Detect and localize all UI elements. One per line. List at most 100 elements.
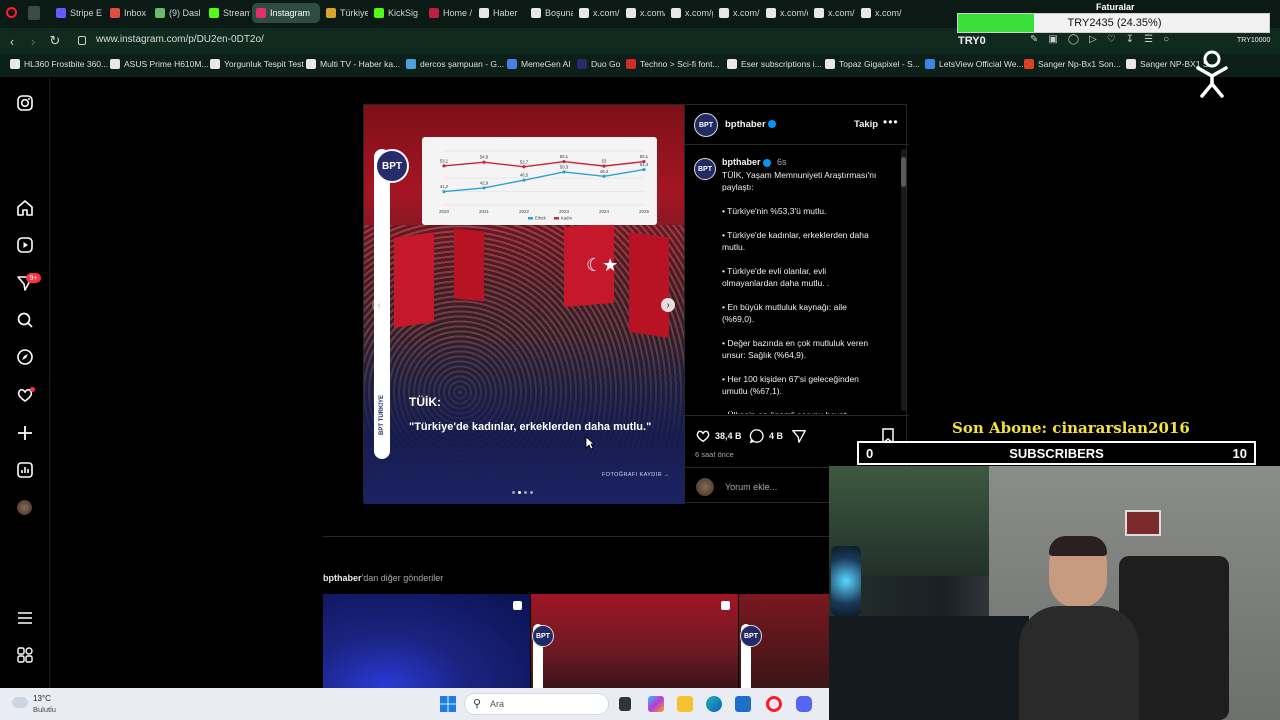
- carousel-next-icon[interactable]: ›: [661, 298, 675, 312]
- explore-icon[interactable]: [16, 348, 34, 366]
- bookmark-item[interactable]: dercos şampuan - G...: [406, 59, 504, 69]
- more-post-thumbnail[interactable]: BPT: [531, 594, 738, 688]
- camera-icon[interactable]: ▣: [1048, 34, 1057, 45]
- like-heart-icon[interactable]: [695, 428, 711, 444]
- caption-username[interactable]: bpthaber: [722, 157, 761, 167]
- carousel-prev-icon[interactable]: ‹: [372, 298, 386, 312]
- weather-temp[interactable]: 13°C: [33, 694, 51, 703]
- bookmark-item[interactable]: Eser subscriptions i...: [727, 59, 822, 69]
- search-icon[interactable]: [16, 311, 34, 329]
- back-icon[interactable]: ‹: [4, 33, 20, 49]
- post-media[interactable]: ☾★ BPT BPT TÜRKİYE 41,2 42,9 46,5 50,3 48,3 5…: [364, 105, 684, 504]
- tab-favicon-icon: [719, 8, 729, 18]
- bookmark-item[interactable]: Techno > Sci-fi font...: [626, 59, 720, 69]
- browser-tab[interactable]: Boşuna: [527, 3, 573, 23]
- browser-tab[interactable]: x.com/: [810, 3, 855, 23]
- home-icon[interactable]: [16, 199, 34, 217]
- search-icon: ⚲: [473, 698, 482, 710]
- bookmark-label: Topaz Gigapixel - S...: [839, 59, 920, 69]
- follow-button[interactable]: Takip: [854, 119, 878, 130]
- caption-line: • Değer bazında en çok mutluluk veren: [722, 338, 869, 348]
- play-icon[interactable]: ▷: [1089, 34, 1097, 45]
- browser-tab[interactable]: Inbox (: [106, 3, 148, 23]
- file-explorer-icon[interactable]: [677, 696, 693, 712]
- store-icon[interactable]: [735, 696, 751, 712]
- bookmark-label: HL360 Frostbite 360...: [24, 59, 109, 69]
- taskbar-search[interactable]: ⚲ Ara: [464, 693, 609, 715]
- account-icon[interactable]: ○: [1163, 34, 1169, 45]
- weather-desc[interactable]: Bulutlu: [33, 705, 56, 714]
- more-post-thumbnail[interactable]: [323, 594, 530, 688]
- sidebar-toggle-icon[interactable]: [28, 6, 40, 20]
- bookmark-item[interactable]: ASUS Prime H610M...: [110, 59, 209, 69]
- share-icon[interactable]: [791, 428, 807, 444]
- author-avatar[interactable]: BPT: [694, 113, 718, 137]
- shield-icon[interactable]: ◯: [1068, 34, 1079, 45]
- comments-count[interactable]: 4 B: [769, 431, 783, 441]
- more-posts-username[interactable]: bpthaber: [323, 573, 362, 583]
- dashboard-icon[interactable]: [16, 461, 34, 479]
- likes-count[interactable]: 38,4 B: [715, 431, 742, 441]
- bookmark-favicon-icon: [306, 59, 316, 69]
- bookmark-item[interactable]: Sanger Np-Bx1 Son...: [1024, 59, 1121, 69]
- forward-icon[interactable]: ›: [25, 33, 41, 49]
- bookmark-label: Sanger Np-Bx1 Son...: [1038, 59, 1121, 69]
- create-icon[interactable]: [16, 424, 34, 442]
- menu-icon[interactable]: ☰: [1144, 34, 1153, 45]
- profile-avatar[interactable]: [17, 500, 32, 515]
- bookmark-favicon-icon: [626, 59, 636, 69]
- chart-point: [482, 160, 486, 164]
- browser-tab[interactable]: x.com/g: [667, 3, 713, 23]
- browser-tab[interactable]: x.com/: [622, 3, 665, 23]
- more-options-icon[interactable]: •••: [883, 115, 899, 129]
- bookmark-item[interactable]: LetsView Official We...: [925, 59, 1024, 69]
- edge-icon[interactable]: [706, 696, 722, 712]
- more-menu-icon[interactable]: [16, 609, 34, 627]
- post-header: BPT bpthaber Takip •••: [685, 105, 909, 145]
- browser-tab[interactable]: Stream: [205, 3, 250, 23]
- edit-icon[interactable]: ✎: [1030, 34, 1038, 45]
- browser-tab[interactable]: x.com/: [857, 3, 902, 23]
- browser-tab[interactable]: Haber: [475, 3, 525, 23]
- task-view-icon[interactable]: [619, 697, 631, 711]
- caption-scrollbar[interactable]: [901, 149, 906, 411]
- browser-tab[interactable]: Home /: [425, 3, 473, 23]
- caption-avatar[interactable]: BPT: [694, 158, 716, 180]
- opera-logo-icon[interactable]: [6, 7, 17, 18]
- multi-image-icon: [513, 601, 522, 610]
- bookmark-item[interactable]: MemeGen AI: [507, 59, 571, 69]
- copilot-icon[interactable]: [648, 696, 664, 712]
- browser-tab[interactable]: x.com/c: [762, 3, 808, 23]
- browser-tab[interactable]: (9) Dasl: [151, 3, 203, 23]
- reels-icon[interactable]: [16, 236, 34, 254]
- bookmark-item[interactable]: Duo Go: [577, 59, 620, 69]
- instagram-logo-icon[interactable]: [16, 94, 34, 112]
- windows-start-icon[interactable]: [440, 696, 456, 712]
- bookmark-item[interactable]: Yorgunluk Tespit Test: [210, 59, 304, 69]
- browser-tab[interactable]: Türkiye: [322, 3, 368, 23]
- also-from-meta-icon[interactable]: [16, 646, 34, 664]
- download-icon[interactable]: ↧: [1126, 34, 1134, 45]
- opera-icon[interactable]: [766, 696, 782, 712]
- browser-tab[interactable]: Instagram: [252, 3, 320, 23]
- author-username[interactable]: bpthaber: [725, 119, 766, 130]
- scrollbar-thumb[interactable]: [901, 157, 906, 187]
- tab-label: x.com/: [593, 8, 620, 18]
- browser-tab[interactable]: Stripe E: [52, 3, 102, 23]
- reload-icon[interactable]: ↻: [47, 33, 63, 49]
- bookmark-item[interactable]: Multi TV - Haber ka...: [306, 59, 400, 69]
- browser-tab[interactable]: x.com/: [575, 3, 620, 23]
- comment-input[interactable]: Yorum ekle...: [725, 482, 777, 492]
- bookmark-item[interactable]: HL360 Frostbite 360...: [10, 59, 108, 69]
- more-post-thumbnail[interactable]: BPT: [739, 594, 829, 688]
- heart-icon[interactable]: ♡: [1107, 34, 1116, 45]
- happiness-chart-card: 41,2 42,9 46,5 50,3 48,3 51,4 53,1 54,8 52,7 55,1…: [422, 137, 657, 225]
- left-navigation: 9+: [0, 77, 50, 688]
- bookmark-item[interactable]: Topaz Gigapixel - S...: [825, 59, 920, 69]
- browser-tab[interactable]: x.com/: [715, 3, 760, 23]
- url-field[interactable]: www.instagram.com/p/DU2en-0DT2o/: [96, 34, 264, 45]
- chart-x-tick-label: 2023: [559, 209, 570, 214]
- discord-icon[interactable]: [796, 696, 812, 712]
- browser-tab[interactable]: KickSig: [370, 3, 422, 23]
- comment-icon[interactable]: [749, 428, 765, 444]
